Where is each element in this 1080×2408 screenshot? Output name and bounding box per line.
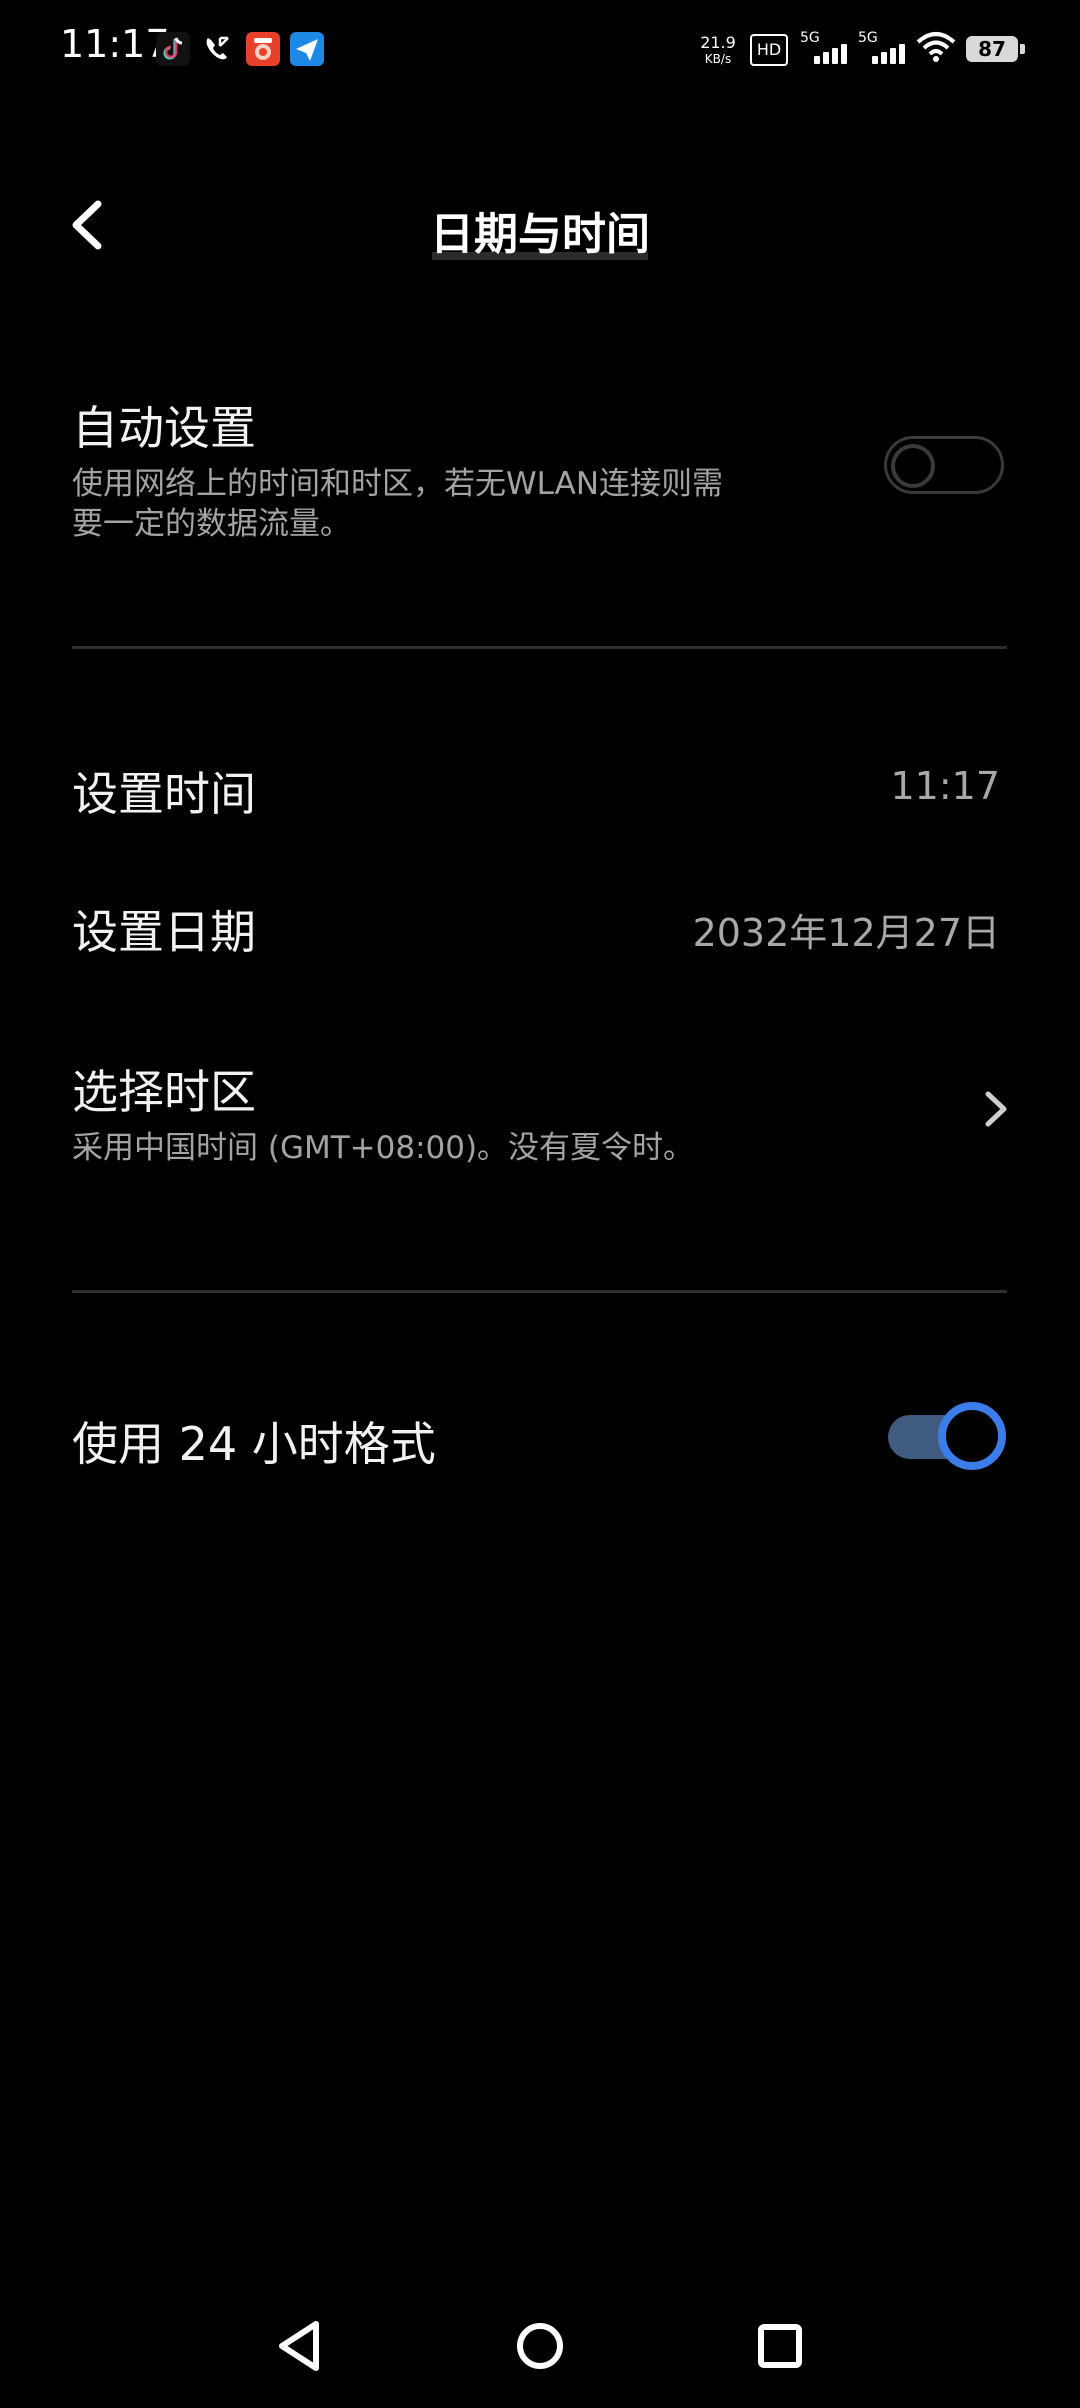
hd-voice-badge: HD — [750, 34, 788, 66]
back-triangle-icon — [279, 2321, 319, 2371]
network-speed: 21.9 KB/s — [700, 33, 736, 66]
auto-set-description-line1: 使用网络上的时间和时区，若无WLAN连接则需 — [72, 466, 724, 502]
recents-square-icon — [758, 2324, 802, 2368]
use-24h-title: 使用 24 小时格式 — [72, 1417, 436, 1471]
auto-set-title: 自动设置 — [72, 401, 256, 455]
status-time: 11:17 — [60, 22, 170, 66]
set-time-title: 设置时间 — [72, 767, 256, 821]
missed-call-icon — [200, 32, 234, 66]
timezone-title: 选择时区 — [72, 1065, 256, 1119]
set-date-title: 设置日期 — [72, 905, 256, 959]
auto-set-toggle[interactable] — [884, 436, 1004, 494]
red-app-icon — [246, 32, 280, 66]
set-time-value: 11:17 — [890, 764, 1000, 808]
wifi-icon — [916, 30, 956, 64]
battery-tip — [1020, 44, 1025, 54]
divider — [72, 1290, 1007, 1293]
page-title: 日期与时间 — [430, 209, 650, 260]
home-circle-icon — [517, 2323, 563, 2369]
nav-home-button[interactable] — [505, 2316, 575, 2376]
toggle-knob — [891, 444, 935, 488]
send-app-icon — [290, 32, 324, 66]
divider — [72, 646, 1007, 649]
signal-5g-2-icon: 5G — [858, 30, 908, 64]
auto-set-description-line2: 要一定的数据流量。 — [72, 506, 351, 542]
toggle-knob — [938, 1402, 1006, 1470]
timezone-description: 采用中国时间 (GMT+08:00)。没有夏令时。 — [72, 1130, 695, 1166]
set-date-value: 2032年12月27日 — [692, 911, 1000, 955]
nav-recents-button[interactable] — [745, 2316, 815, 2376]
nav-back-button[interactable] — [266, 2316, 336, 2376]
tiktok-icon — [156, 32, 190, 66]
battery-icon: 87 — [966, 36, 1018, 62]
chevron-right-icon — [976, 1086, 1016, 1132]
signal-5g-1-icon: 5G — [800, 30, 850, 64]
